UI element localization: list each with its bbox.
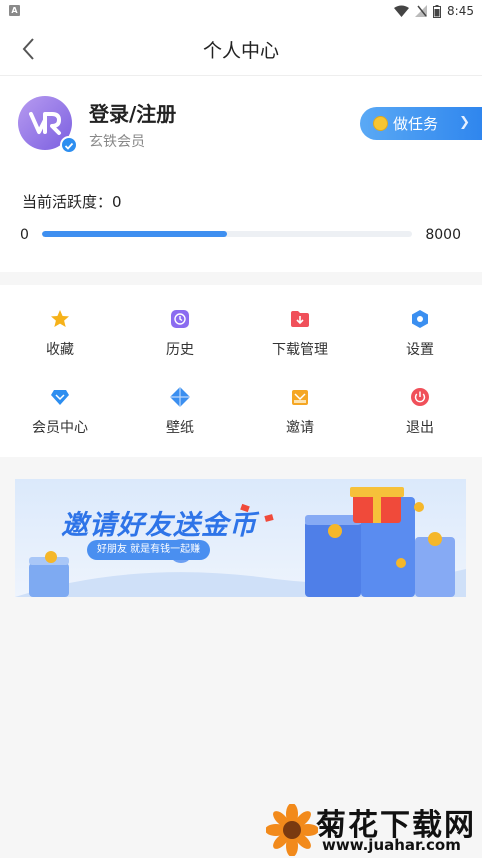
- menu-label: 会员中心: [32, 420, 88, 436]
- menu-label: 退出: [406, 420, 434, 436]
- login-register-link[interactable]: 登录/注册: [89, 98, 176, 127]
- activity-label: 当前活跃度：0: [22, 193, 122, 211]
- menu-item-favorites[interactable]: 收藏: [0, 285, 120, 358]
- banner-subtitle: 好朋友 就是有钱一起赚: [87, 540, 211, 560]
- status-time: 8:45: [447, 4, 474, 18]
- power-icon: [411, 388, 429, 406]
- star-icon: [51, 310, 69, 327]
- menu-label: 下载管理: [272, 342, 328, 358]
- feature-menu: 收藏 历史 下载管理 设置 会员中心 壁纸 邀请 退出: [0, 285, 482, 457]
- coin-icon: [373, 116, 388, 131]
- progress-max: 8000: [425, 227, 461, 243]
- profile-card: 登录/注册 玄铁会员 做任务 ❯ 当前活跃度：0 0 8000: [0, 76, 482, 272]
- menu-item-logout[interactable]: 退出: [360, 363, 480, 436]
- wifi-icon: [394, 5, 410, 17]
- menu-label: 收藏: [46, 342, 74, 358]
- activity-progress-bar: [42, 231, 412, 237]
- verified-badge-icon: [60, 136, 78, 154]
- menu-label: 邀请: [286, 420, 314, 436]
- member-level: 玄铁会员: [89, 134, 145, 150]
- wallpaper-icon: [170, 387, 190, 407]
- menu-item-invite[interactable]: 邀请: [240, 363, 360, 436]
- watermark-url: www.juahar.com: [322, 836, 461, 854]
- gift-icon: [292, 390, 308, 405]
- menu-item-history[interactable]: 历史: [120, 285, 240, 358]
- menu-label: 壁纸: [166, 420, 194, 436]
- chevron-right-icon: ❯: [459, 115, 470, 130]
- task-button[interactable]: 做任务 ❯: [360, 107, 482, 140]
- invite-banner[interactable]: 邀请好友送金币 好朋友 就是有钱一起赚: [15, 479, 466, 597]
- no-signal-icon: [415, 5, 428, 17]
- menu-label: 设置: [406, 342, 434, 358]
- download-folder-icon: [291, 311, 309, 327]
- banner-title: 邀请好友送金币: [61, 510, 257, 541]
- battery-icon: [433, 4, 442, 18]
- gear-icon: [412, 310, 428, 328]
- menu-item-settings[interactable]: 设置: [360, 285, 480, 358]
- menu-item-wallpaper[interactable]: 壁纸: [120, 363, 240, 436]
- task-button-label: 做任务: [393, 115, 439, 133]
- clock-icon: [171, 310, 189, 328]
- nav-bar: 个人中心: [0, 22, 482, 76]
- status-icons: 8:45: [394, 3, 474, 19]
- menu-item-vip-center[interactable]: 会员中心: [0, 363, 120, 436]
- menu-label: 历史: [166, 342, 194, 358]
- flower-logo-icon: [266, 804, 318, 856]
- diamond-icon: [51, 390, 69, 405]
- progress-min: 0: [20, 227, 29, 243]
- activity-progress-fill: [42, 231, 227, 237]
- site-watermark: 菊花下载网 www.juahar.com: [264, 798, 482, 858]
- page-title: 个人中心: [202, 40, 279, 62]
- app-notification-icon: A: [9, 5, 20, 16]
- status-bar: A 8:45: [0, 0, 482, 22]
- menu-item-downloads[interactable]: 下载管理: [240, 285, 360, 358]
